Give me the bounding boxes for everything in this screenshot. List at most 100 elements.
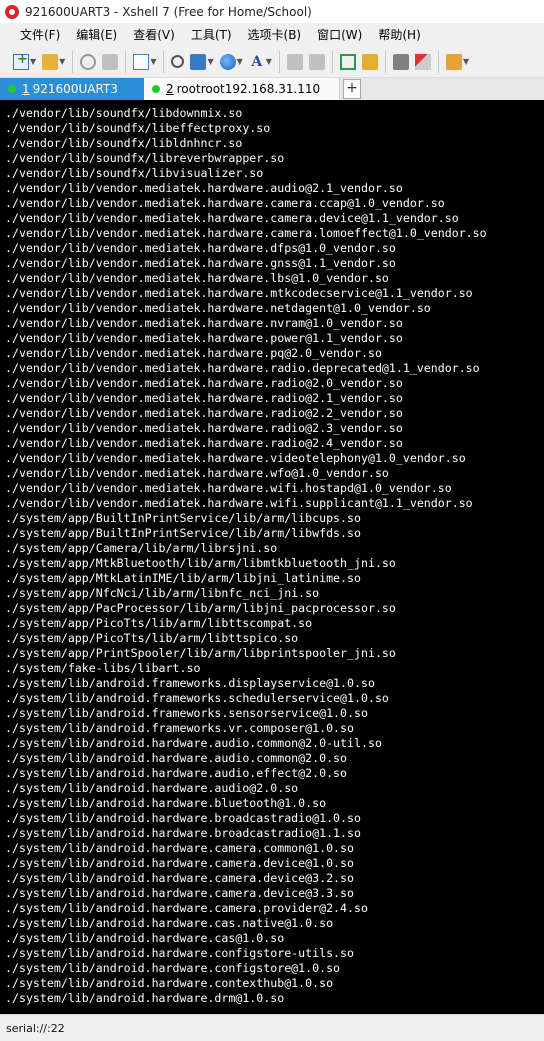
terminal-line: ./system/lib/android.hardware.camera.dev… (5, 871, 355, 885)
terminal-line: ./system/app/PicoTts/lib/arm/libttscompa… (5, 616, 313, 630)
keyboard-icon (392, 53, 409, 70)
connected-status-icon (152, 85, 160, 93)
record-button[interactable] (306, 50, 328, 74)
terminal-line: ./system/lib/android.hardware.audio.comm… (5, 736, 382, 750)
menu-bar: 文件(F) 编辑(E) 查看(V) 工具(T) 选项卡(B) 窗口(W) 帮助(… (0, 23, 544, 46)
terminal-line: ./system/lib/android.hardware.audio.comm… (5, 751, 348, 765)
toolbar-divider (72, 50, 74, 73)
terminal-line: ./system/lib/android.hardware.camera.pro… (5, 901, 368, 915)
reconnect-icon (102, 53, 119, 70)
menu-edit[interactable]: 编辑(E) (68, 26, 125, 43)
terminal-line: ./vendor/lib/vendor.mediatek.hardware.vi… (5, 451, 466, 465)
terminal-line: ./vendor/lib/soundfx/libreverbwrapper.so (5, 151, 285, 165)
globe-icon (219, 53, 236, 70)
terminal-line: ./system/lib/android.hardware.configstor… (5, 946, 355, 960)
terminal-line: ./system/lib/android.hardware.broadcastr… (5, 811, 361, 825)
terminal-line: ./vendor/lib/vendor.mediatek.hardware.ca… (5, 211, 459, 225)
toolbar-divider (331, 50, 333, 73)
terminal-line: ./vendor/lib/vendor.mediatek.hardware.ra… (5, 391, 403, 405)
reconnect-button[interactable] (99, 50, 121, 74)
new-window-button[interactable]: ▼ (130, 50, 159, 74)
chevron-down-icon: ▼ (150, 57, 157, 66)
globe-button[interactable]: ▼ (217, 50, 246, 74)
open-folder-icon (42, 53, 59, 70)
toolbar-divider (163, 50, 165, 73)
terminal-output[interactable]: ./vendor/lib/soundfx/libdownmix.so ./vend… (0, 100, 544, 1014)
terminal-line: ./system/lib/android.hardware.cas@1.0.so (5, 931, 285, 945)
terminal-line: ./vendor/lib/vendor.mediatek.hardware.nv… (5, 316, 403, 330)
add-tab-button[interactable]: + (343, 79, 361, 99)
disconnect-button[interactable] (77, 50, 99, 74)
tab-number: 1 (22, 82, 30, 96)
terminal-line: ./vendor/lib/vendor.mediatek.hardware.au… (5, 181, 403, 195)
terminal-line: ./vendor/lib/soundfx/libvisualizer.so (5, 166, 264, 180)
open-button[interactable]: ▼ (39, 50, 68, 74)
terminal-line: ./system/lib/android.hardware.contexthub… (5, 976, 334, 990)
find-icon (171, 55, 185, 68)
terminal-line: ./vendor/lib/vendor.mediatek.hardware.lb… (5, 271, 389, 285)
tab-session-1[interactable]: 1 921600UART3 (0, 78, 144, 100)
terminal-line: ./system/lib/android.frameworks.sensorse… (5, 706, 368, 720)
terminal-line: ./system/app/MtkLatinIME/lib/arm/libjni_… (5, 571, 361, 585)
font-button[interactable]: A ▼ (246, 50, 275, 74)
terminal-line: ./system/lib/android.frameworks.schedule… (5, 691, 389, 705)
terminal-line: ./system/lib/android.hardware.audio.effe… (5, 766, 348, 780)
font-icon: A (251, 53, 263, 70)
terminal-line: ./system/lib/android.hardware.drm@1.0.so (5, 991, 285, 1005)
terminal-line: ./system/lib/android.hardware.audio@2.0.… (5, 781, 299, 795)
terminal-line: ./vendor/lib/soundfx/libldnhncr.so (5, 136, 243, 150)
connection-status: serial://:22 (6, 1021, 65, 1035)
find-button[interactable] (168, 50, 187, 74)
menu-tools[interactable]: 工具(T) (183, 26, 240, 43)
transfer-button[interactable]: ▼ (187, 50, 216, 74)
toolbar-divider (384, 50, 386, 73)
menu-help[interactable]: 帮助(H) (370, 26, 428, 43)
tab-label: rootroot192.168.31.110 (176, 82, 321, 96)
terminal-line: ./system/app/MtkBluetooth/lib/arm/libmtk… (5, 556, 396, 570)
lock-button[interactable] (359, 50, 381, 74)
toolbar-divider (125, 50, 127, 73)
terminal-line: ./vendor/lib/soundfx/libdownmix.so (5, 106, 243, 120)
session-tab-bar: 1 921600UART3 2 rootroot192.168.31.110 + (0, 78, 544, 100)
chevron-down-icon: ▼ (30, 57, 37, 66)
terminal-line: ./system/lib/android.hardware.camera.dev… (5, 856, 355, 870)
menu-tabs[interactable]: 选项卡(B) (240, 26, 310, 43)
new-session-icon (13, 52, 29, 70)
menu-file[interactable]: 文件(F) (12, 26, 68, 43)
tab-number: 2 (166, 82, 174, 96)
terminal-line: ./system/app/Camera/lib/arm/librsjni.so (5, 541, 278, 555)
transfer-icon (190, 53, 207, 70)
terminal-line: ./system/app/PrintSpooler/lib/arm/libpri… (5, 646, 396, 660)
chevron-down-icon: ▼ (236, 57, 243, 66)
fullscreen-button[interactable] (337, 50, 359, 74)
chevron-down-icon: ▼ (462, 57, 470, 66)
add-button[interactable]: ▼ (443, 50, 472, 74)
script-button[interactable] (284, 50, 306, 74)
chevron-down-icon: ▼ (207, 57, 214, 66)
keyboard-button[interactable] (390, 50, 412, 74)
status-bar: serial://:22 (0, 1014, 544, 1041)
toolbar-divider (437, 50, 439, 73)
terminal-line: ./vendor/lib/vendor.mediatek.hardware.wi… (5, 481, 452, 495)
chevron-down-icon: ▼ (265, 57, 272, 66)
terminal-line: ./vendor/lib/vendor.mediatek.hardware.ra… (5, 376, 403, 390)
tab-label: 921600UART3 (32, 82, 118, 96)
menu-view[interactable]: 查看(V) (125, 26, 183, 43)
terminal-line: ./system/app/BuiltInPrintService/lib/arm… (5, 511, 361, 525)
new-session-button[interactable]: ▼ (10, 50, 39, 74)
tab-session-2[interactable]: 2 rootroot192.168.31.110 (144, 78, 340, 100)
highlight-button[interactable] (412, 50, 434, 74)
terminal-line: ./system/app/BuiltInPrintService/lib/arm… (5, 526, 361, 540)
terminal-line: ./vendor/lib/vendor.mediatek.hardware.ne… (5, 301, 431, 315)
title-bar: 921600UART3 - Xshell 7 (Free for Home/Sc… (0, 0, 544, 23)
terminal-line: ./vendor/lib/vendor.mediatek.hardware.wf… (5, 466, 389, 480)
window-title: 921600UART3 - Xshell 7 (Free for Home/Sc… (25, 4, 312, 19)
menu-window[interactable]: 窗口(W) (309, 26, 370, 43)
lock-icon (361, 53, 378, 70)
terminal-line: ./vendor/lib/vendor.mediatek.hardware.gn… (5, 256, 396, 270)
terminal-line: ./system/lib/android.frameworks.displays… (5, 676, 375, 690)
terminal-line: ./system/app/NfcNci/lib/arm/libnfc_nci_j… (5, 586, 320, 600)
terminal-line: ./vendor/lib/vendor.mediatek.hardware.ra… (5, 406, 403, 420)
terminal-line: ./vendor/lib/vendor.mediatek.hardware.ca… (5, 226, 487, 240)
terminal-line: ./vendor/lib/soundfx/libeffectproxy.so (5, 121, 271, 135)
